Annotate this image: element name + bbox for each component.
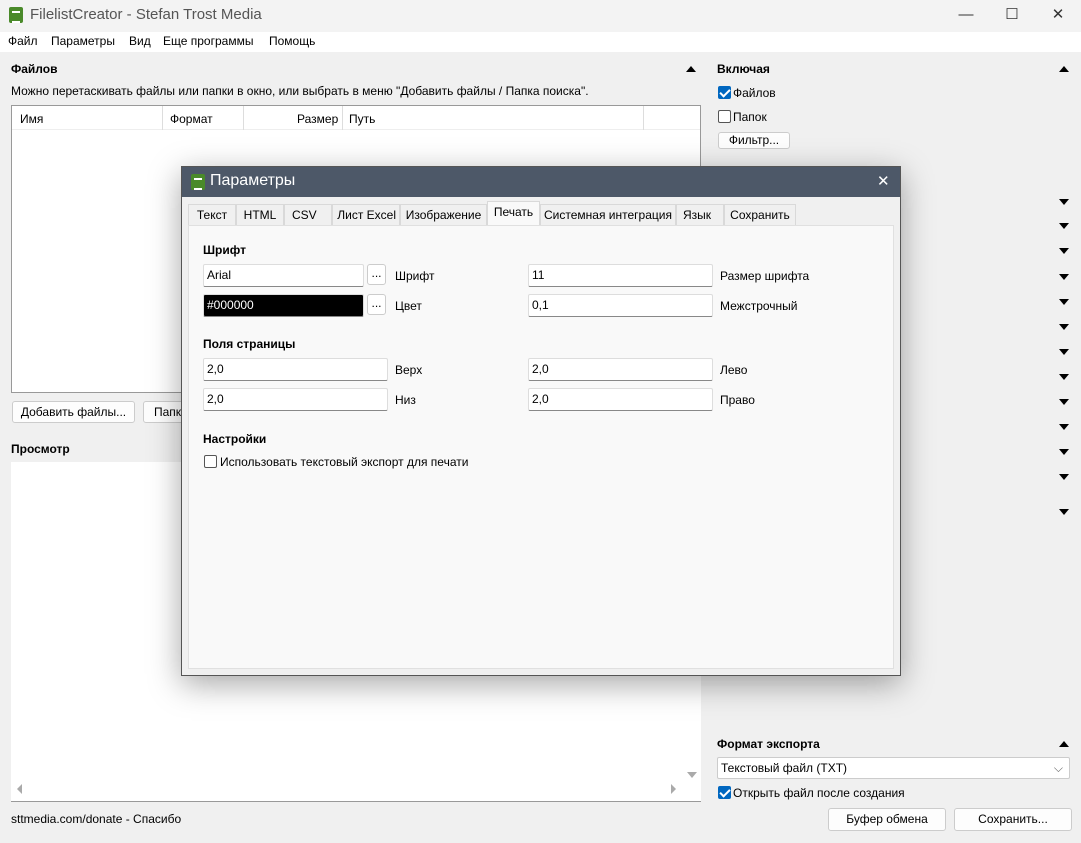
color-input[interactable]: #000000 bbox=[203, 294, 364, 317]
menu-file[interactable]: Файл bbox=[8, 34, 38, 48]
include-files-checkbox[interactable] bbox=[718, 86, 731, 99]
menu-view[interactable]: Вид bbox=[129, 34, 151, 48]
include-files-label: Файлов bbox=[733, 86, 776, 100]
add-files-button[interactable]: Добавить файлы... bbox=[12, 401, 135, 423]
dialog-title-bar: Параметры ✕ bbox=[182, 167, 900, 197]
expand-section-icon[interactable] bbox=[1059, 449, 1069, 455]
expand-section-icon[interactable] bbox=[1059, 199, 1069, 205]
expand-section-icon[interactable] bbox=[1059, 474, 1069, 480]
app-icon bbox=[9, 7, 23, 23]
text-export-label: Использовать текстовый экспорт для печат… bbox=[220, 455, 469, 469]
include-folders-checkbox[interactable] bbox=[718, 110, 731, 123]
line-spacing-label: Межстрочный bbox=[720, 299, 798, 313]
preview-header: Просмотр bbox=[11, 442, 70, 456]
clipboard-button[interactable]: Буфер обмена bbox=[828, 808, 946, 831]
font-size-label: Размер шрифта bbox=[720, 269, 810, 283]
include-folders-label: Папок bbox=[733, 110, 767, 124]
tab-csv[interactable]: CSV bbox=[284, 204, 332, 225]
menu-help[interactable]: Помощь bbox=[269, 34, 315, 48]
expand-section-icon[interactable] bbox=[1059, 248, 1069, 254]
app-icon bbox=[191, 174, 205, 190]
collapse-files-icon[interactable] bbox=[686, 66, 696, 72]
dialog-close-button[interactable]: ✕ bbox=[877, 172, 890, 190]
open-after-checkbox[interactable] bbox=[718, 786, 731, 799]
tab-save[interactable]: Сохранить bbox=[724, 204, 796, 225]
close-button[interactable]: ✕ bbox=[1035, 0, 1081, 32]
title-bar: FilelistCreator - Stefan Trost Media — ☐… bbox=[0, 0, 1081, 32]
include-header: Включая bbox=[717, 62, 770, 76]
expand-section-icon[interactable] bbox=[1059, 274, 1069, 280]
save-button[interactable]: Сохранить... bbox=[954, 808, 1072, 831]
margin-bottom-input[interactable]: 2,0 bbox=[203, 388, 388, 411]
chevron-down-icon: ⌵ bbox=[1053, 761, 1063, 775]
margin-bottom-label: Низ bbox=[395, 393, 416, 407]
print-tab-panel: Шрифт Arial ... Шрифт 11 Размер шрифта #… bbox=[188, 225, 894, 669]
margin-top-label: Верх bbox=[395, 363, 423, 377]
minimize-button[interactable]: — bbox=[943, 0, 989, 32]
margin-right-label: Право bbox=[720, 393, 755, 407]
margins-section-header: Поля страницы bbox=[203, 337, 296, 351]
tab-image[interactable]: Изображение bbox=[400, 204, 487, 225]
dialog-title: Параметры bbox=[210, 172, 296, 189]
menu-bar: Файл Параметры Вид Еще программы Помощь bbox=[0, 32, 1081, 52]
open-after-label: Открыть файл после создания bbox=[733, 786, 905, 800]
export-format-header: Формат экспорта bbox=[717, 737, 820, 751]
status-text[interactable]: sttmedia.com/donate - Спасибо bbox=[11, 812, 181, 826]
tab-html[interactable]: HTML bbox=[236, 204, 284, 225]
expand-section-icon[interactable] bbox=[1059, 424, 1069, 430]
text-export-checkbox[interactable] bbox=[204, 455, 217, 468]
expand-section-icon[interactable] bbox=[1059, 299, 1069, 305]
expand-section-icon[interactable] bbox=[1059, 509, 1069, 515]
collapse-include-icon[interactable] bbox=[1059, 66, 1069, 72]
margin-top-input[interactable]: 2,0 bbox=[203, 358, 388, 381]
expand-section-icon[interactable] bbox=[1059, 349, 1069, 355]
filter-button[interactable]: Фильтр... bbox=[718, 132, 790, 149]
files-hint: Можно перетаскивать файлы или папки в ок… bbox=[11, 84, 589, 98]
file-list-header: Имя Формат Размер Путь bbox=[12, 106, 700, 130]
menu-more-programs[interactable]: Еще программы bbox=[163, 34, 253, 48]
color-browse-button[interactable]: ... bbox=[367, 294, 386, 315]
margin-right-input[interactable]: 2,0 bbox=[528, 388, 713, 411]
export-format-select[interactable]: Текстовый файл (TXT) ⌵ bbox=[717, 757, 1070, 779]
column-name[interactable]: Имя bbox=[20, 112, 43, 126]
margin-left-label: Лево bbox=[720, 363, 748, 377]
color-label: Цвет bbox=[395, 299, 422, 313]
collapse-export-icon[interactable] bbox=[1059, 741, 1069, 747]
expand-section-icon[interactable] bbox=[1059, 223, 1069, 229]
tab-excel[interactable]: Лист Excel bbox=[332, 204, 400, 225]
scroll-left-icon[interactable] bbox=[17, 784, 22, 794]
font-size-input[interactable]: 11 bbox=[528, 264, 713, 287]
window-title: FilelistCreator - Stefan Trost Media bbox=[30, 6, 262, 23]
tab-text[interactable]: Текст bbox=[188, 204, 236, 225]
expand-section-icon[interactable] bbox=[1059, 374, 1069, 380]
tab-print[interactable]: Печать bbox=[487, 201, 540, 226]
font-browse-button[interactable]: ... bbox=[367, 264, 386, 285]
font-input[interactable]: Arial bbox=[203, 264, 364, 287]
scroll-right-icon[interactable] bbox=[671, 784, 676, 794]
scroll-down-icon[interactable] bbox=[687, 772, 697, 778]
maximize-button[interactable]: ☐ bbox=[989, 0, 1035, 32]
column-format[interactable]: Формат bbox=[170, 112, 213, 126]
settings-section-header: Настройки bbox=[203, 432, 267, 446]
expand-section-icon[interactable] bbox=[1059, 399, 1069, 405]
column-path[interactable]: Путь bbox=[349, 112, 375, 126]
tab-system-integration[interactable]: Системная интеграция bbox=[540, 204, 676, 225]
font-label: Шрифт bbox=[395, 269, 435, 283]
expand-section-icon[interactable] bbox=[1059, 324, 1069, 330]
line-spacing-input[interactable]: 0,1 bbox=[528, 294, 713, 317]
margin-left-input[interactable]: 2,0 bbox=[528, 358, 713, 381]
export-format-value: Текстовый файл (TXT) bbox=[721, 761, 848, 775]
files-header: Файлов bbox=[11, 62, 58, 76]
column-size[interactable]: Размер bbox=[297, 112, 338, 126]
font-section-header: Шрифт bbox=[203, 243, 246, 257]
tab-language[interactable]: Язык bbox=[676, 204, 724, 225]
menu-parameters[interactable]: Параметры bbox=[51, 34, 115, 48]
parameters-dialog: Параметры ✕ Текст HTML CSV Лист Excel Из… bbox=[181, 166, 901, 676]
